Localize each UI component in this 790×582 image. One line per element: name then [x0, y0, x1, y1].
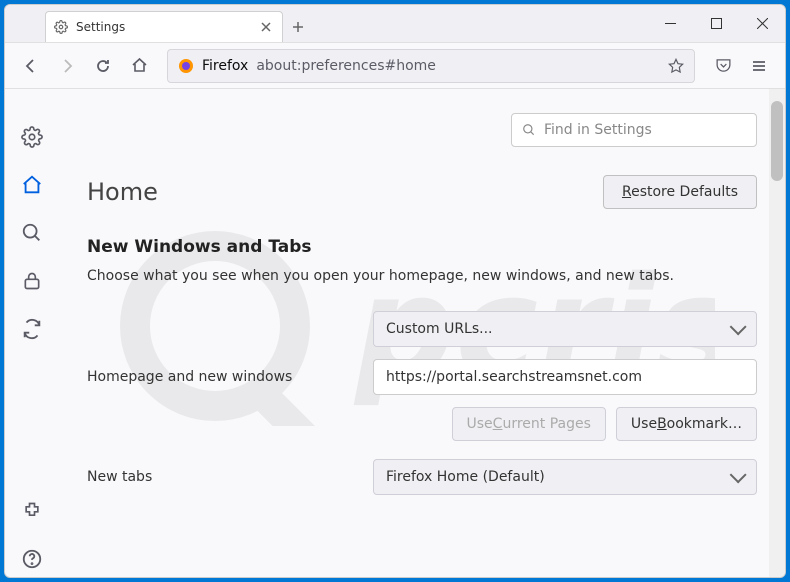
- sidebar-general[interactable]: [14, 119, 50, 155]
- settings-search-input[interactable]: Find in Settings: [511, 113, 757, 147]
- back-button[interactable]: [15, 50, 47, 82]
- page-title: Home: [87, 178, 158, 206]
- minimize-button[interactable]: [647, 5, 693, 42]
- forward-button[interactable]: [51, 50, 83, 82]
- new-tab-button[interactable]: [283, 11, 313, 42]
- sidebar-search[interactable]: [14, 215, 50, 251]
- window-controls: [647, 5, 785, 42]
- homepage-url-input[interactable]: [373, 359, 757, 395]
- select-value: Custom URLs...: [386, 321, 493, 337]
- reload-button[interactable]: [87, 50, 119, 82]
- newtabs-select[interactable]: Firefox Home (Default): [373, 459, 757, 495]
- titlebar: Settings: [5, 5, 785, 43]
- section-description: Choose what you see when you open your h…: [87, 267, 757, 287]
- search-placeholder: Find in Settings: [544, 122, 652, 138]
- browser-tab[interactable]: Settings: [45, 11, 283, 42]
- pocket-button[interactable]: [707, 50, 739, 82]
- home-button[interactable]: [123, 50, 155, 82]
- browser-window: pcrisk Settings Firefox about:preference…: [4, 4, 786, 578]
- sidebar-extensions[interactable]: [14, 493, 50, 529]
- gear-icon: [54, 20, 68, 34]
- tab-title: Settings: [76, 20, 125, 34]
- section-title: New Windows and Tabs: [87, 237, 757, 257]
- sidebar-privacy[interactable]: [14, 263, 50, 299]
- select-value: Firefox Home (Default): [386, 469, 545, 485]
- newtabs-label: New tabs: [87, 469, 361, 485]
- url-bar[interactable]: Firefox about:preferences#home: [167, 49, 695, 83]
- maximize-button[interactable]: [693, 5, 739, 42]
- firefox-icon: [178, 58, 194, 74]
- settings-main: Find in Settings Home Restore Defaults N…: [59, 89, 785, 577]
- use-current-pages-button[interactable]: Use Current Pages: [452, 407, 606, 441]
- search-icon: [522, 123, 536, 137]
- close-button[interactable]: [739, 5, 785, 42]
- use-bookmark-button[interactable]: Use Bookmark…: [616, 407, 757, 441]
- close-icon[interactable]: [258, 19, 274, 35]
- sidebar-home[interactable]: [14, 167, 50, 203]
- sidebar-sync[interactable]: [14, 311, 50, 347]
- settings-sidebar: [5, 89, 59, 577]
- homepage-mode-select[interactable]: Custom URLs...: [373, 311, 757, 347]
- sidebar-help[interactable]: [14, 541, 50, 577]
- restore-defaults-button[interactable]: Restore Defaults: [603, 175, 757, 209]
- menu-button[interactable]: [743, 50, 775, 82]
- url-text: about:preferences#home: [256, 58, 436, 74]
- content-area: Find in Settings Home Restore Defaults N…: [5, 89, 785, 577]
- toolbar: Firefox about:preferences#home: [5, 43, 785, 89]
- homepage-label: Homepage and new windows: [87, 369, 361, 385]
- identity-label: Firefox: [202, 58, 248, 74]
- bookmark-star-icon[interactable]: [668, 58, 684, 74]
